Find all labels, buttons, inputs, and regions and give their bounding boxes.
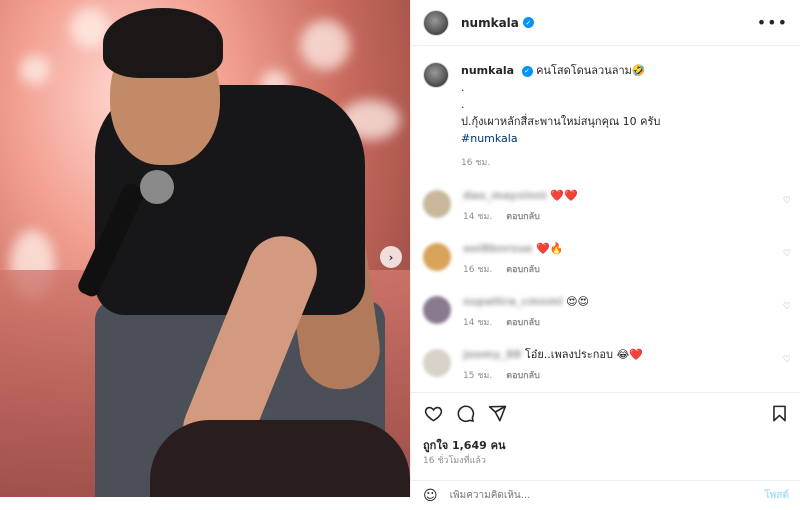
more-options-icon[interactable]: ••• xyxy=(757,13,788,32)
verified-badge-icon: ✓ xyxy=(522,17,534,28)
caption-body: numkala ✓ คนโสดโดนลวนลาม🤣 . . ป.กุ้งเผาห… xyxy=(461,62,660,172)
next-image-button[interactable]: › xyxy=(380,246,402,268)
comments-scroll[interactable]: numkala ✓ คนโสดโดนลวนลาม🤣 . . ป.กุ้งเผาห… xyxy=(411,56,800,391)
comment-item: joomy_88 โอ๋ย..เพลงประกอบ 😂❤️ 15 ชม. ตอบก… xyxy=(411,347,800,391)
comment-time: 14 ชม. xyxy=(463,318,493,328)
comment-item: ooi8bnrsue ❤️🔥 16 ชม. ตอบกลับ ♡ xyxy=(411,241,800,294)
heart-icon[interactable] xyxy=(421,402,445,426)
caption-dot: . xyxy=(461,98,465,111)
commenter-username[interactable]: supattra_cmnml xyxy=(463,294,563,310)
comment-time: 15 ชม. xyxy=(463,371,493,381)
comment-text: โอ๋ย..เพลงประกอบ 😂❤️ xyxy=(524,348,643,361)
post-time-ago[interactable]: 16 ชั่วโมงที่แล้ว xyxy=(423,453,486,467)
stage-light xyxy=(300,20,350,70)
stage-light xyxy=(20,55,50,85)
add-comment-bar: ☺ โพสต์ xyxy=(411,480,800,510)
chevron-right-icon: › xyxy=(388,250,394,264)
comment-time: 16 ชม. xyxy=(463,265,493,275)
reply-button[interactable]: ตอบกลับ xyxy=(506,212,540,222)
reply-button[interactable]: ตอบกลับ xyxy=(506,265,540,275)
comment-like-heart-icon[interactable]: ♡ xyxy=(783,355,791,365)
post-detail-panel: numkala ✓ ••• numkala ✓ คนโสดโดนลวนลาม🤣 … xyxy=(410,0,800,504)
comment-text: 😍😍 xyxy=(566,295,590,308)
comment-like-heart-icon[interactable]: ♡ xyxy=(783,302,791,312)
caption-line1: คนโสดโดนลวนลาม🤣 xyxy=(536,64,646,77)
comment-text: ❤️🔥 xyxy=(536,242,564,255)
bookmark-icon[interactable] xyxy=(767,402,791,426)
emoji-icon[interactable]: ☺ xyxy=(423,488,438,504)
commenter-avatar[interactable] xyxy=(423,243,451,271)
caption-hashtag[interactable]: #numkala xyxy=(461,130,660,147)
comment-like-heart-icon[interactable]: ♡ xyxy=(783,249,791,259)
author-avatar[interactable] xyxy=(423,9,449,36)
caption-avatar[interactable] xyxy=(423,62,449,88)
post-comment-button[interactable]: โพสต์ xyxy=(764,488,789,503)
post-caption: numkala ✓ คนโสดโดนลวนลาม🤣 . . ป.กุ้งเผาห… xyxy=(411,56,800,172)
commenter-username[interactable]: ooi8bnrsue xyxy=(463,241,533,257)
comment-time: 14 ชม. xyxy=(463,212,493,222)
performer-hair xyxy=(103,8,223,78)
commenter-username[interactable]: dao_maysinni xyxy=(463,188,547,204)
share-icon[interactable] xyxy=(485,402,509,426)
commenter-username[interactable]: joomy_88 xyxy=(463,347,521,363)
caption-line2: ป.กุ้งเผาหลักสี่สะพานใหม่สนุกคุณ 10 ครับ xyxy=(461,115,661,128)
microphone-head xyxy=(140,170,174,204)
post-header: numkala ✓ ••• xyxy=(411,0,800,46)
verified-badge-icon: ✓ xyxy=(521,65,533,77)
caption-dot: . xyxy=(461,81,465,94)
author-username[interactable]: numkala xyxy=(461,16,519,30)
crowd-silhouette xyxy=(150,420,410,497)
commenter-avatar[interactable] xyxy=(423,349,451,377)
likes-count[interactable]: ถูกใจ 1,649 คน xyxy=(423,436,505,454)
post-actions-bar xyxy=(411,392,800,434)
commenter-avatar[interactable] xyxy=(423,296,451,324)
caption-username[interactable]: numkala xyxy=(461,64,514,77)
post-photo[interactable]: › xyxy=(0,0,410,497)
comment-like-heart-icon[interactable]: ♡ xyxy=(783,196,791,206)
reply-button[interactable]: ตอบกลับ xyxy=(506,318,540,328)
comment-item: supattra_cmnml 😍😍 14 ชม. ตอบกลับ ♡ xyxy=(411,294,800,347)
comment-text: ❤️❤️ xyxy=(550,189,578,202)
caption-time: 16 ชม. xyxy=(461,158,491,168)
reply-button[interactable]: ตอบกลับ xyxy=(506,371,540,381)
commenter-avatar[interactable] xyxy=(423,190,451,218)
comment-icon[interactable] xyxy=(453,402,477,426)
comment-input[interactable] xyxy=(449,490,730,501)
comment-item: dao_maysinni ❤️❤️ 14 ชม. ตอบกลับ ♡ xyxy=(411,188,800,241)
